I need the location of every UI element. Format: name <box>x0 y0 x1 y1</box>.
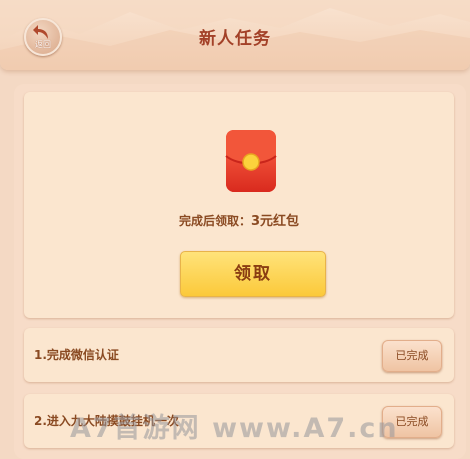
task-completed-button[interactable]: 已完成 <box>382 406 442 438</box>
task-panel: 完成后领取：3元红包 领取 1.完成微信认证 已完成 2.进入九大陆摸鼓挂机一次… <box>14 84 466 459</box>
reward-card: 完成后领取：3元红包 领取 <box>24 92 454 318</box>
task-row: 2.进入九大陆摸鼓挂机一次 已完成 <box>24 394 454 448</box>
reward-prefix: 完成后领取： <box>178 214 251 228</box>
reward-text: 完成后领取：3元红包 <box>24 210 454 229</box>
task-row: 1.完成微信认证 已完成 <box>24 328 454 382</box>
task-completed-button[interactable]: 已完成 <box>382 340 442 372</box>
claim-button[interactable]: 领取 <box>180 251 326 297</box>
header-bar: 返回 新人任务 <box>0 0 470 70</box>
task-label: 2.进入九大陆摸鼓挂机一次 <box>34 414 179 428</box>
red-packet-icon <box>225 130 277 192</box>
reward-amount: 3元红包 <box>250 214 300 229</box>
task-label: 1.完成微信认证 <box>34 348 119 362</box>
page-title: 新人任务 <box>199 29 271 49</box>
